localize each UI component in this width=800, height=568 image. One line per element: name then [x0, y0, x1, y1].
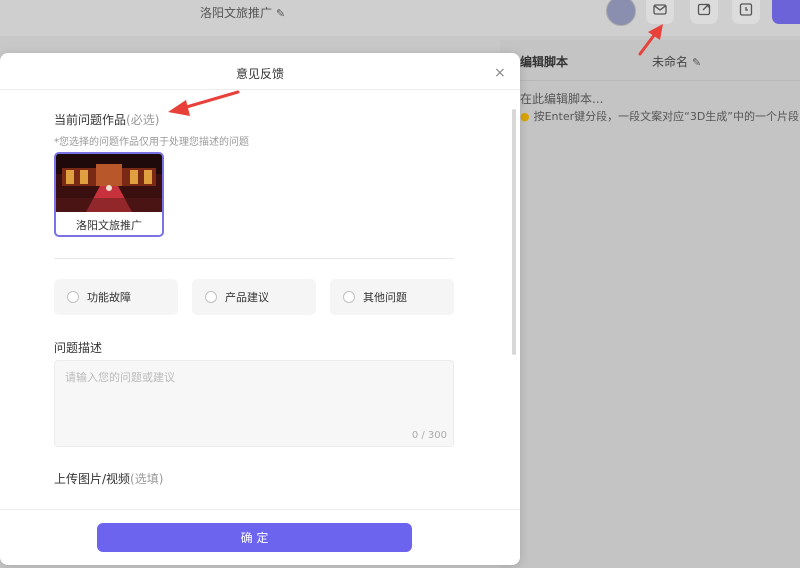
type-option-malfunction[interactable]: 功能故障	[54, 279, 178, 315]
script-panel-title: 编辑脚本	[520, 55, 569, 69]
script-tip: ● 按Enter键分段，一段文案对应“3D生成”中的一个片段	[520, 108, 799, 124]
work-hint: *您选择的问题作品仅用于处理您描述的问题	[54, 137, 249, 148]
work-section-label: 当前问题作品(必选)	[54, 111, 159, 128]
upload-label: 上传图片/视频(选填)	[54, 470, 163, 487]
project-title-text: 洛阳文旅推广	[200, 6, 273, 20]
upload-label-text: 上传图片/视频	[54, 472, 131, 486]
description-placeholder: 请输入您的问题或建议	[65, 371, 175, 384]
modal-footer-divider	[0, 509, 520, 510]
radio-circle-icon	[67, 291, 79, 303]
section-divider	[54, 258, 454, 259]
script-editor[interactable]: 在此编辑脚本...	[520, 90, 603, 107]
feedback-modal: 意见反馈 × 当前问题作品(必选) *您选择的问题作品仅用于处理您描述的问题 洛…	[0, 53, 520, 565]
modal-header-divider	[0, 89, 520, 90]
script-name[interactable]: 未命名 ✎	[652, 53, 701, 70]
script-panel-header: 编辑脚本 未命名 ✎	[500, 40, 800, 81]
type-option-label: 功能故障	[87, 291, 131, 304]
description-label: 问题描述	[54, 341, 103, 355]
modal-title: 意见反馈	[235, 67, 284, 81]
clock-icon	[739, 3, 753, 16]
share-icon	[697, 3, 711, 16]
character-counter: 0 / 300	[411, 430, 447, 441]
script-panel: 编辑脚本 未命名 ✎ 在此编辑脚本... ● 按Enter键分段，一段文案对应“3D…	[500, 40, 800, 568]
radio-circle-icon	[205, 291, 217, 303]
type-option-label: 产品建议	[225, 291, 269, 304]
project-title[interactable]: 洛阳文旅推广 ✎	[200, 4, 285, 21]
script-tip-text: 按Enter键分段，一段文案对应“3D生成”中的一个片段	[533, 110, 799, 123]
script-name-text: 未命名	[652, 55, 689, 69]
close-icon[interactable]: ×	[494, 65, 506, 81]
description-input[interactable]: 请输入您的问题或建议 0 / 300	[54, 360, 454, 447]
work-thumbnail	[56, 154, 162, 212]
work-card[interactable]: 洛阳文旅推广	[54, 152, 164, 237]
share-button[interactable]	[690, 0, 718, 24]
script-name-edit-icon[interactable]: ✎	[692, 56, 701, 69]
work-name: 洛阳文旅推广	[76, 219, 142, 232]
work-required-tag: (必选)	[126, 113, 160, 127]
message-button[interactable]	[646, 0, 674, 24]
avatar[interactable]	[606, 0, 636, 26]
history-button[interactable]	[732, 0, 760, 24]
upload-optional-tag: (选填)	[130, 472, 164, 486]
type-option-other[interactable]: 其他问题	[330, 279, 454, 315]
edit-icon[interactable]: ✎	[276, 7, 285, 20]
workspace-background	[0, 36, 500, 46]
top-bar: 洛阳文旅推广 ✎	[0, 0, 800, 36]
modal-scrollbar[interactable]	[512, 109, 516, 355]
type-option-suggestion[interactable]: 产品建议	[192, 279, 316, 315]
lightbulb-icon: ●	[520, 110, 530, 123]
work-label-text: 当前问题作品	[54, 113, 127, 127]
type-option-label: 其他问题	[363, 291, 407, 304]
mail-icon	[653, 4, 667, 15]
primary-action-button[interactable]	[772, 0, 800, 24]
confirm-button[interactable]: 确 定	[97, 523, 412, 552]
radio-circle-icon	[343, 291, 355, 303]
